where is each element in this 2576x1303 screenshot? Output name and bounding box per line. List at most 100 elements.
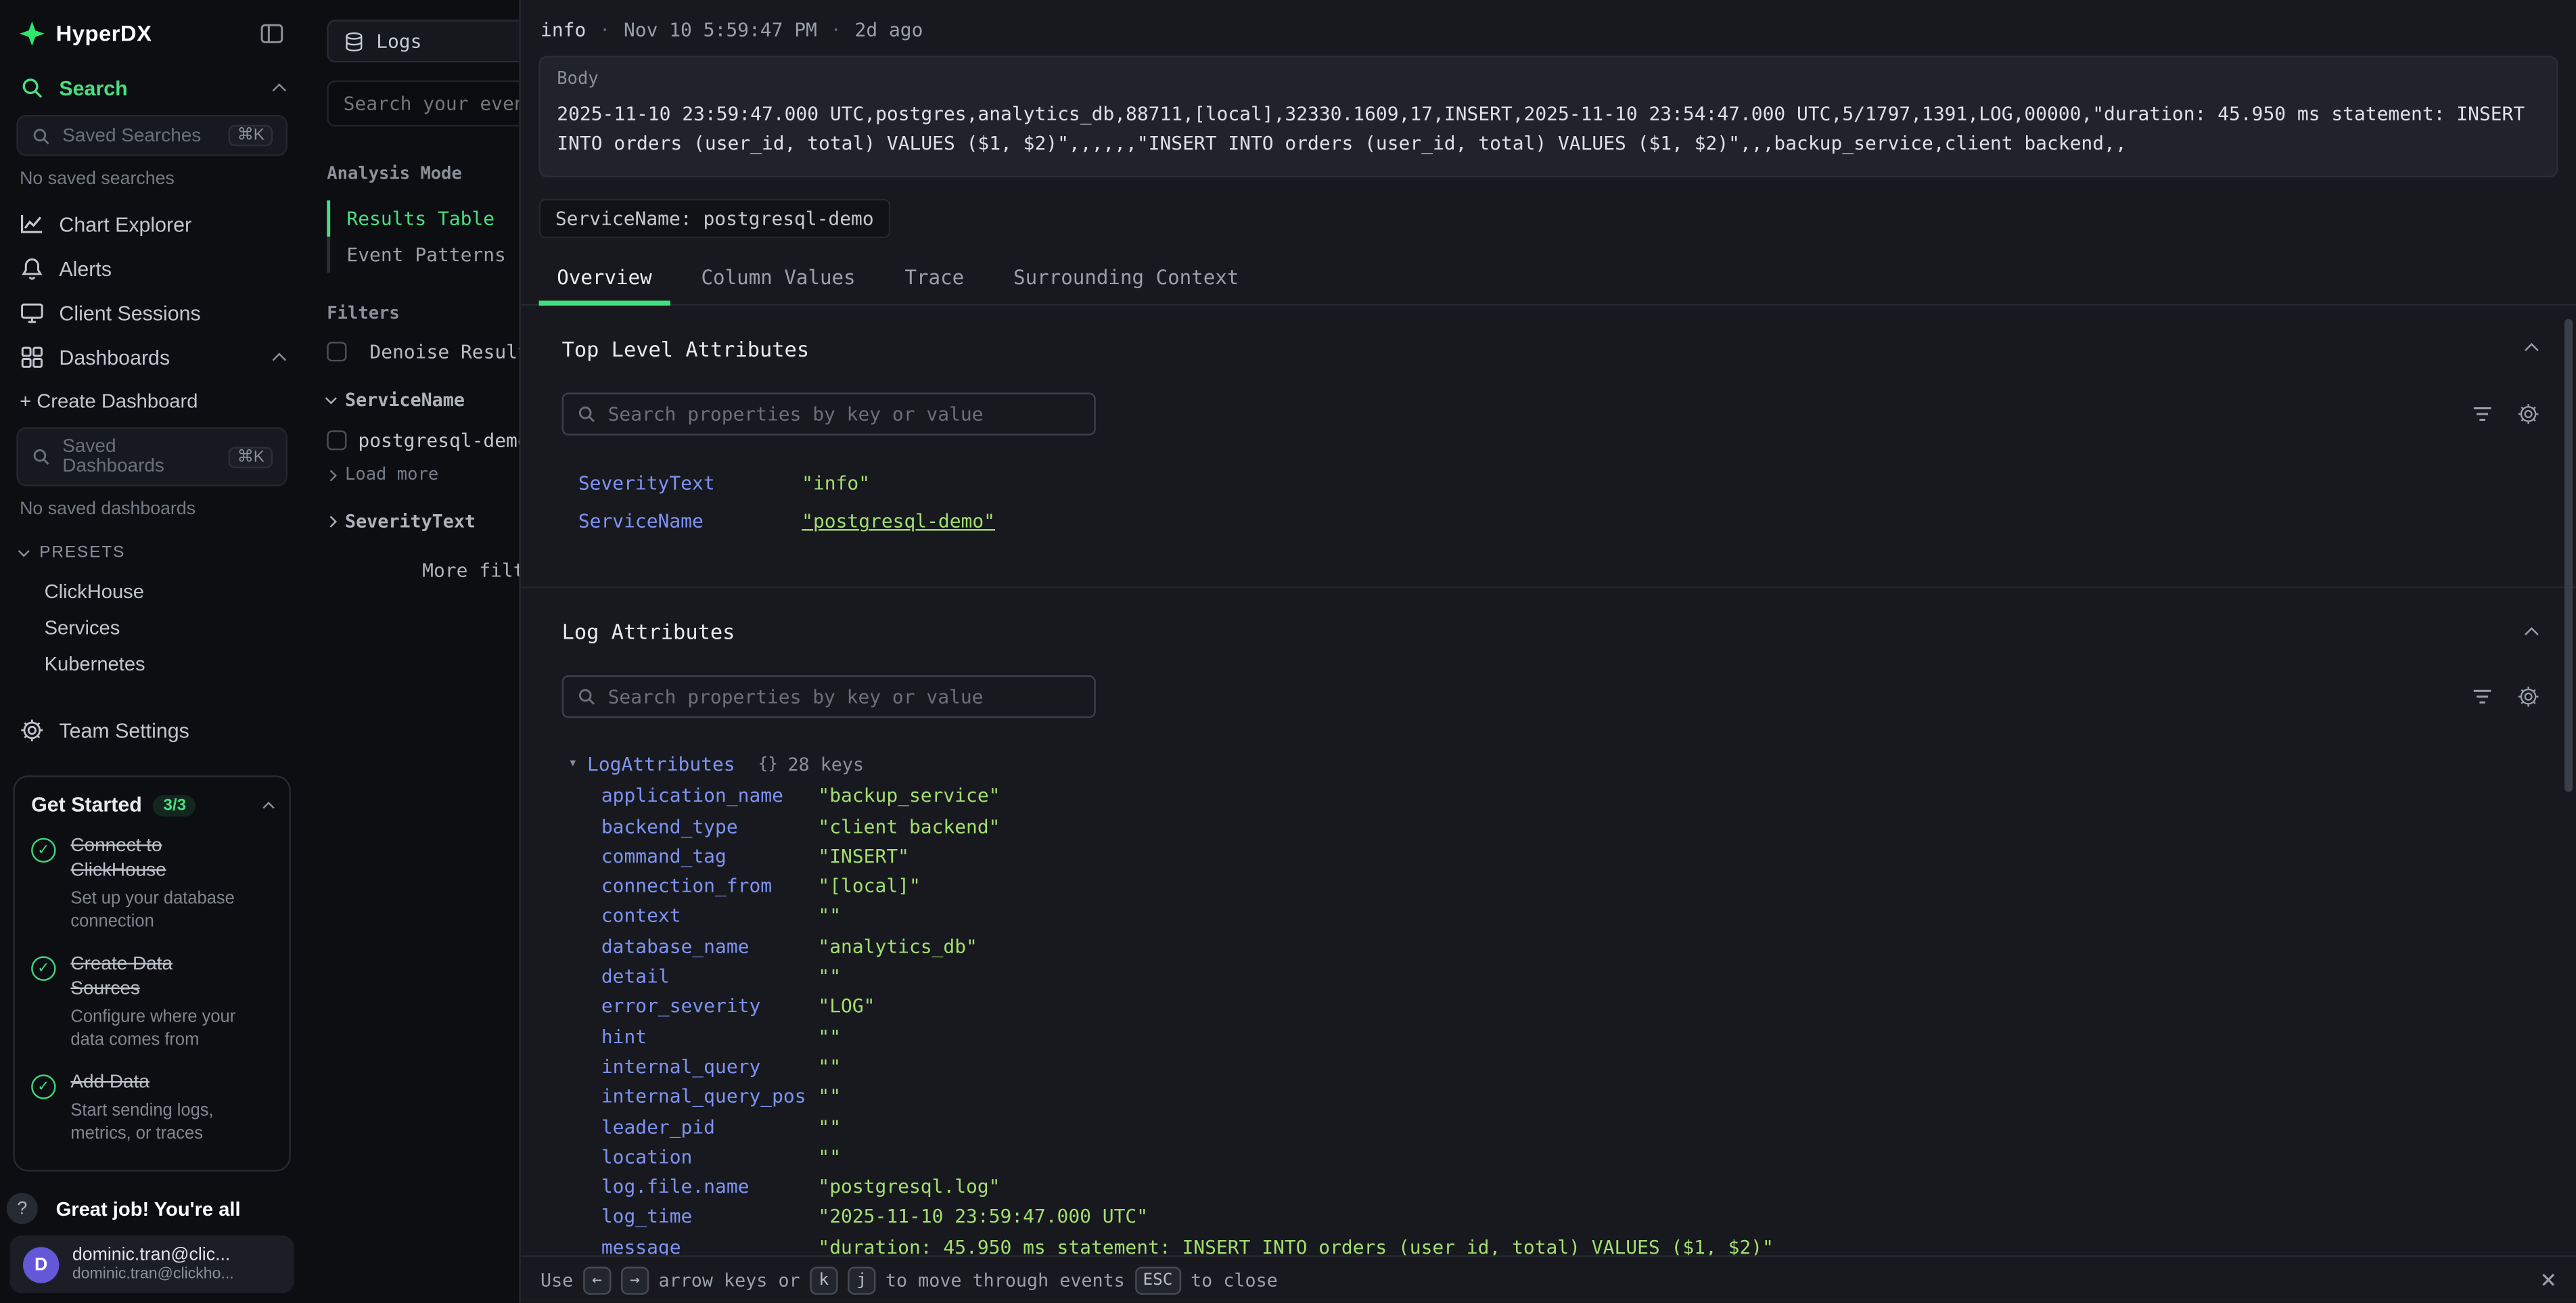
denoise-filter[interactable]: Denoise Results [327,340,519,363]
attribute-value[interactable]: "LOG" [818,991,875,1021]
properties-search-input[interactable] [608,685,1081,708]
expand-caret-icon[interactable]: ▾ [568,756,577,773]
attribute-value[interactable]: "" [818,1112,841,1141]
attribute-key[interactable]: location [601,1141,819,1171]
attribute-key[interactable]: SeverityText [578,470,802,499]
shortcut-badge: ⌘K [229,446,273,467]
saved-searches-label: Saved Searches [62,126,201,145]
user-menu[interactable]: D dominic.tran@clic... dominic.tran@clic… [10,1235,294,1293]
tab-surrounding-context[interactable]: Surrounding Context [995,254,1257,304]
attribute-value[interactable]: "[local]" [818,871,920,900]
list-filter-icon[interactable] [2471,402,2494,425]
preset-item-clickhouse[interactable]: ClickHouse [0,574,304,610]
attribute-value[interactable]: "info" [802,470,870,499]
attribute-value[interactable]: "" [818,961,841,991]
chevron-up-icon[interactable] [2527,337,2537,360]
attribute-value[interactable]: "analytics_db" [818,931,977,961]
chevron-up-icon[interactable] [2527,620,2537,643]
attribute-key[interactable]: detail [601,961,819,991]
search-icon [20,76,44,100]
attribute-key[interactable]: internal_query [601,1051,819,1081]
sidebar: HyperDX Search Saved Searches ⌘K No save… [0,0,304,1303]
filter-group-severitytext[interactable]: SeverityText [327,511,519,532]
settings-gear-icon[interactable] [2517,685,2540,708]
attribute-value[interactable]: "client backend" [818,811,1000,841]
root-key[interactable]: LogAttributes [587,753,735,776]
settings-gear-icon[interactable] [2517,402,2540,425]
collapse-sidebar-icon[interactable] [260,22,284,46]
attribute-key[interactable]: ServiceName [578,508,802,537]
tab-trace[interactable]: Trace [887,254,982,304]
mode-event-patterns[interactable]: Event Patterns [330,237,519,273]
filter-group-servicename[interactable]: ServiceName [327,390,519,411]
sidebar-item-alerts[interactable]: Alerts [0,246,304,291]
attribute-row: leader_pid"" [601,1112,2553,1141]
load-more-button[interactable]: Load more [327,465,519,484]
attribute-value[interactable]: "2025-11-10 23:59:47.000 UTC" [818,1202,1148,1231]
scrollbar-thumb[interactable] [2564,318,2573,791]
attribute-value[interactable]: "" [818,901,841,931]
get-started-step[interactable]: ✓ Connect to ClickHouse Set up your data… [31,835,273,934]
chevron-up-icon[interactable] [264,794,273,817]
attribute-key[interactable]: connection_from [601,871,819,900]
attribute-key[interactable]: database_name [601,931,819,961]
facet-checkbox[interactable] [327,430,346,450]
attribute-key[interactable]: application_name [601,781,819,810]
saved-dashboards-button[interactable]: Saved Dashboards ⌘K [16,427,288,486]
attribute-key[interactable]: error_severity [601,991,819,1021]
sidebar-item-chart-explorer[interactable]: Chart Explorer [0,202,304,247]
database-icon [344,30,365,52]
attribute-value[interactable]: "" [818,1141,841,1171]
properties-search-input[interactable] [608,402,1081,425]
chevron-up-icon[interactable] [275,76,285,99]
attribute-value[interactable]: "postgresql.log" [818,1172,1000,1202]
get-started-header[interactable]: Get Started 3/3 [31,794,273,817]
sidebar-item-search[interactable]: Search [0,66,304,110]
attribute-key[interactable]: command_tag [601,841,819,871]
create-dashboard-button[interactable]: + Create Dashboard [0,380,304,422]
get-started-step[interactable]: ✓ Create Data Sources Configure where yo… [31,953,273,1052]
attribute-value[interactable]: "postgresql-demo" [802,508,995,537]
tab-overview[interactable]: Overview [539,254,670,304]
event-search-box[interactable] [327,81,519,127]
saved-searches-button[interactable]: Saved Searches ⌘K [16,115,288,156]
attribute-key[interactable]: message [601,1232,819,1256]
attribute-value[interactable]: "" [818,1051,841,1081]
footer-text: arrow keys or [659,1269,800,1291]
list-filter-icon[interactable] [2471,685,2494,708]
sidebar-item-team-settings[interactable]: Team Settings [0,708,304,753]
sidebar-item-client-sessions[interactable]: Client Sessions [0,291,304,336]
source-select[interactable]: Logs [327,20,519,62]
chevron-up-icon[interactable] [275,346,285,369]
attribute-key[interactable]: log_time [601,1202,819,1231]
help-icon[interactable]: ? [7,1193,38,1224]
denoise-checkbox[interactable] [327,342,346,361]
attribute-key[interactable]: context [601,901,819,931]
preset-item-kubernetes[interactable]: Kubernetes [0,645,304,681]
properties-search-box[interactable] [562,676,1096,718]
event-search-input[interactable] [344,92,520,115]
attribute-key[interactable]: log.file.name [601,1172,819,1202]
sidebar-item-dashboards[interactable]: Dashboards [0,335,304,380]
mode-results-table[interactable]: Results Table [330,200,519,236]
get-started-step[interactable]: ✓ Add Data Start sending logs, metrics, … [31,1072,273,1146]
attribute-key[interactable]: internal_query_pos [601,1082,819,1112]
attribute-value[interactable]: "" [818,1082,841,1112]
body-content[interactable]: 2025-11-10 23:59:47.000 UTC,postgres,ana… [557,100,2539,159]
attribute-key[interactable]: hint [601,1022,819,1051]
presets-toggle[interactable]: PRESETS [0,532,304,574]
attribute-value[interactable]: "backup_service" [818,781,1000,810]
facet-postgresql-demo[interactable]: postgresql-demo [327,429,519,452]
attribute-value[interactable]: "INSERT" [818,841,909,871]
more-filters-button[interactable]: More filters [327,559,519,582]
attribute-key[interactable]: backend_type [601,811,819,841]
service-name-chip[interactable]: ServiceName: postgresql-demo [539,198,890,237]
event-header: info · Nov 10 5:59:47 PM · 2d ago [521,0,2576,56]
preset-item-services[interactable]: Services [0,610,304,645]
properties-search-box[interactable] [562,392,1096,435]
attribute-value[interactable]: "duration: 45.950 ms statement: INSERT I… [818,1232,1773,1256]
attribute-key[interactable]: leader_pid [601,1112,819,1141]
attribute-value[interactable]: "" [818,1022,841,1051]
close-icon[interactable]: × [2540,1266,2556,1293]
tab-column-values[interactable]: Column Values [683,254,874,304]
